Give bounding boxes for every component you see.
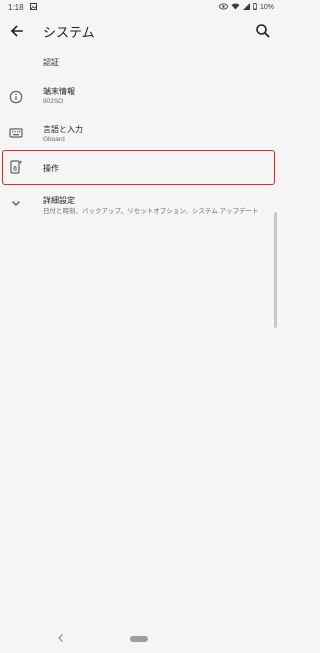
back-arrow-icon[interactable] [8, 22, 26, 40]
list-item-primary: 言語と入力 [43, 125, 83, 134]
keyboard-icon [9, 126, 23, 140]
list-item-advanced[interactable]: 詳細設定 日付と時刻、バックアップ、リセットオプション、システム アップデート [0, 190, 280, 218]
nav-home-pill[interactable] [130, 636, 148, 642]
info-icon [9, 90, 23, 104]
list-item-device-info[interactable]: 端末情報 902SO [0, 82, 280, 114]
page-title: システム [43, 25, 95, 40]
list-item-secondary: 日付と時刻、バックアップ、リセットオプション、システム アップデート [43, 208, 259, 215]
signal-icon [242, 3, 250, 12]
image-notification-icon [30, 3, 37, 12]
search-icon[interactable] [254, 22, 272, 40]
list-item-language-input[interactable]: 言語と入力 Gboard [0, 118, 280, 150]
list-item-primary: 端末情報 [43, 87, 75, 96]
navigation-bar [0, 625, 280, 653]
status-time: 1:18 [8, 3, 24, 12]
section-label-auth[interactable]: 認証 [43, 57, 59, 68]
eye-icon [219, 3, 228, 12]
app-bar: システム [0, 16, 280, 46]
list-item-secondary: Gboard [43, 136, 65, 143]
nav-back-icon[interactable] [55, 631, 67, 643]
list-item-secondary: 902SO [43, 98, 64, 105]
battery-percent: 10% [259, 4, 274, 11]
wifi-icon [231, 3, 240, 12]
chevron-down-icon [9, 196, 23, 210]
battery-icon [253, 3, 257, 12]
scrollbar[interactable] [274, 212, 277, 328]
status-bar: 1:18 10% [0, 0, 280, 16]
highlight-box [2, 150, 275, 185]
